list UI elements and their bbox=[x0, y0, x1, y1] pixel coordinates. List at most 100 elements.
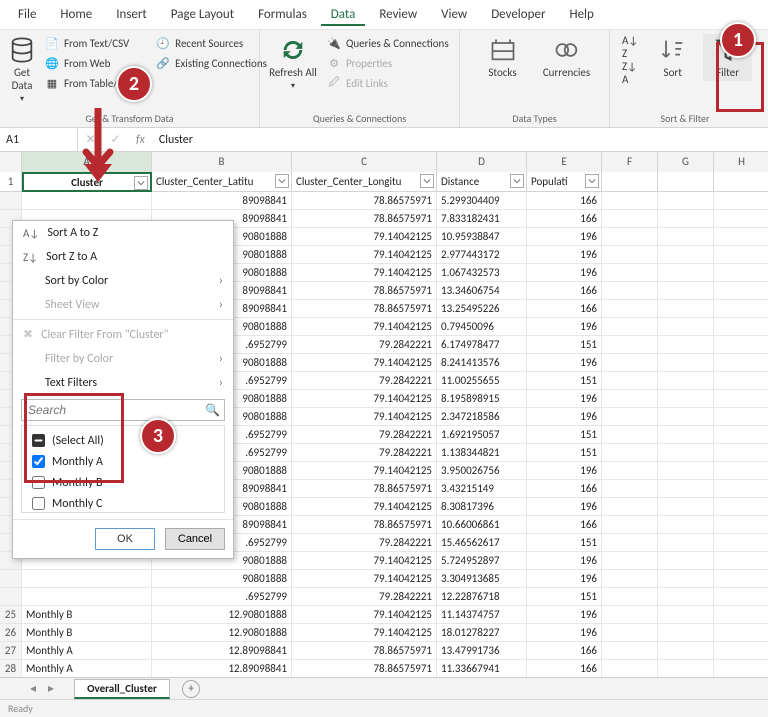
cell-empty[interactable] bbox=[602, 552, 658, 570]
cell-empty[interactable] bbox=[658, 642, 714, 660]
cell-pop[interactable]: 151 bbox=[527, 336, 602, 354]
cell-empty[interactable] bbox=[602, 570, 658, 588]
cell-pop[interactable]: 151 bbox=[527, 372, 602, 390]
cell-pop[interactable]: 196 bbox=[527, 318, 602, 336]
cell-empty[interactable] bbox=[714, 354, 768, 372]
cell-dist[interactable]: 13.47991736 bbox=[437, 642, 527, 660]
cell-empty[interactable] bbox=[658, 408, 714, 426]
cell-empty[interactable] bbox=[714, 282, 768, 300]
row-header-1[interactable]: 1 bbox=[0, 172, 22, 192]
cell-pop[interactable]: 151 bbox=[527, 534, 602, 552]
cell-h1[interactable] bbox=[714, 172, 768, 192]
cell-empty[interactable] bbox=[714, 246, 768, 264]
cell-empty[interactable] bbox=[602, 534, 658, 552]
cell-dist[interactable]: 5.724952897 bbox=[437, 552, 527, 570]
cell-empty[interactable] bbox=[658, 246, 714, 264]
cell-dist[interactable]: 13.34606754 bbox=[437, 282, 527, 300]
cell-lon[interactable]: 79.14042125 bbox=[292, 624, 437, 642]
cell-lon[interactable]: 78.86575971 bbox=[292, 282, 437, 300]
cell-empty[interactable] bbox=[602, 300, 658, 318]
checkbox-monthly-a[interactable] bbox=[32, 455, 45, 468]
col-header-c[interactable]: C bbox=[292, 152, 437, 174]
properties-button[interactable]: ⚙Properties bbox=[324, 54, 451, 72]
cell-pop[interactable]: 196 bbox=[527, 246, 602, 264]
cell-e1[interactable]: Populati bbox=[527, 172, 602, 192]
cell-empty[interactable] bbox=[658, 444, 714, 462]
cell-lon[interactable]: 79.14042125 bbox=[292, 498, 437, 516]
menu-insert[interactable]: Insert bbox=[106, 3, 157, 26]
menu-developer[interactable]: Developer bbox=[481, 3, 555, 26]
ok-button[interactable]: OK bbox=[95, 528, 155, 550]
cell-lon[interactable]: 79.14042125 bbox=[292, 552, 437, 570]
col-header-e[interactable]: E bbox=[527, 152, 602, 174]
cell-empty[interactable] bbox=[714, 516, 768, 534]
cell-empty[interactable] bbox=[658, 570, 714, 588]
cell-empty[interactable] bbox=[714, 192, 768, 210]
cell-empty[interactable] bbox=[714, 642, 768, 660]
menu-home[interactable]: Home bbox=[50, 3, 102, 26]
cell-empty[interactable] bbox=[602, 498, 658, 516]
cell-pop[interactable]: 151 bbox=[527, 588, 602, 606]
cell-lon[interactable]: 78.86575971 bbox=[292, 660, 437, 678]
cell-empty[interactable] bbox=[714, 372, 768, 390]
recent-sources-button[interactable]: 🕘Recent Sources bbox=[153, 34, 269, 52]
row-header[interactable] bbox=[0, 192, 22, 210]
cell-pop[interactable]: 196 bbox=[527, 354, 602, 372]
cell-empty[interactable] bbox=[658, 192, 714, 210]
currencies-button[interactable]: Currencies bbox=[542, 34, 592, 81]
tab-nav-right[interactable]: ▸ bbox=[48, 681, 54, 696]
sort-z-to-a[interactable]: Z↓Sort Z to A bbox=[13, 245, 233, 269]
cell-empty[interactable] bbox=[714, 264, 768, 282]
cell-lon[interactable]: 79.14042125 bbox=[292, 246, 437, 264]
cell-empty[interactable] bbox=[658, 210, 714, 228]
cell-empty[interactable] bbox=[658, 390, 714, 408]
cell-lon[interactable]: 78.86575971 bbox=[292, 642, 437, 660]
cell-cluster[interactable] bbox=[22, 588, 152, 606]
cell-lat[interactable]: 12.90801888 bbox=[152, 624, 292, 642]
cell-dist[interactable]: 8.195898915 bbox=[437, 390, 527, 408]
cell-empty[interactable] bbox=[714, 552, 768, 570]
cell-lon[interactable]: 79.2842221 bbox=[292, 426, 437, 444]
cell-cluster[interactable]: Monthly A bbox=[22, 660, 152, 678]
text-filters[interactable]: Text Filters› bbox=[13, 371, 233, 395]
cell-empty[interactable] bbox=[602, 390, 658, 408]
menu-data[interactable]: Data bbox=[321, 3, 366, 26]
tab-nav-left[interactable]: ◂ bbox=[30, 681, 36, 696]
cell-empty[interactable] bbox=[602, 354, 658, 372]
row-header[interactable] bbox=[0, 588, 22, 606]
col-header-h[interactable]: H bbox=[714, 152, 768, 174]
cell-dist[interactable]: 7.833182431 bbox=[437, 210, 527, 228]
menu-page-layout[interactable]: Page Layout bbox=[161, 3, 244, 26]
select-all-checkbox[interactable] bbox=[32, 434, 45, 447]
cell-lon[interactable]: 78.86575971 bbox=[292, 300, 437, 318]
sort-button[interactable]: Sort bbox=[648, 34, 697, 81]
cell-lon[interactable]: 78.86575971 bbox=[292, 516, 437, 534]
cell-empty[interactable] bbox=[658, 300, 714, 318]
cell-empty[interactable] bbox=[658, 462, 714, 480]
cell-empty[interactable] bbox=[658, 426, 714, 444]
cell-lon[interactable]: 79.14042125 bbox=[292, 408, 437, 426]
cell-lat[interactable]: 12.89098841 bbox=[152, 642, 292, 660]
cell-dist[interactable]: 8.30817396 bbox=[437, 498, 527, 516]
cell-empty[interactable] bbox=[714, 588, 768, 606]
cell-lat[interactable]: 90801888 bbox=[152, 570, 292, 588]
cell-dist[interactable]: 13.25495226 bbox=[437, 300, 527, 318]
cell-dist[interactable]: 11.33667941 bbox=[437, 660, 527, 678]
cell-pop[interactable]: 166 bbox=[527, 210, 602, 228]
cell-empty[interactable] bbox=[602, 516, 658, 534]
cell-empty[interactable] bbox=[602, 372, 658, 390]
cell-b1[interactable]: Cluster_Center_Latitu bbox=[152, 172, 292, 192]
cell-cluster[interactable] bbox=[22, 570, 152, 588]
cell-cluster[interactable]: Monthly B bbox=[22, 606, 152, 624]
cell-empty[interactable] bbox=[602, 444, 658, 462]
cell-empty[interactable] bbox=[658, 606, 714, 624]
cell-empty[interactable] bbox=[658, 318, 714, 336]
cell-empty[interactable] bbox=[602, 264, 658, 282]
cell-empty[interactable] bbox=[658, 498, 714, 516]
cell-empty[interactable] bbox=[658, 516, 714, 534]
cell-dist[interactable]: 18.01278227 bbox=[437, 624, 527, 642]
cell-empty[interactable] bbox=[658, 624, 714, 642]
row-header[interactable]: 27 bbox=[0, 642, 22, 660]
cell-pop[interactable]: 166 bbox=[527, 516, 602, 534]
cell-dist[interactable]: 5.299304409 bbox=[437, 192, 527, 210]
